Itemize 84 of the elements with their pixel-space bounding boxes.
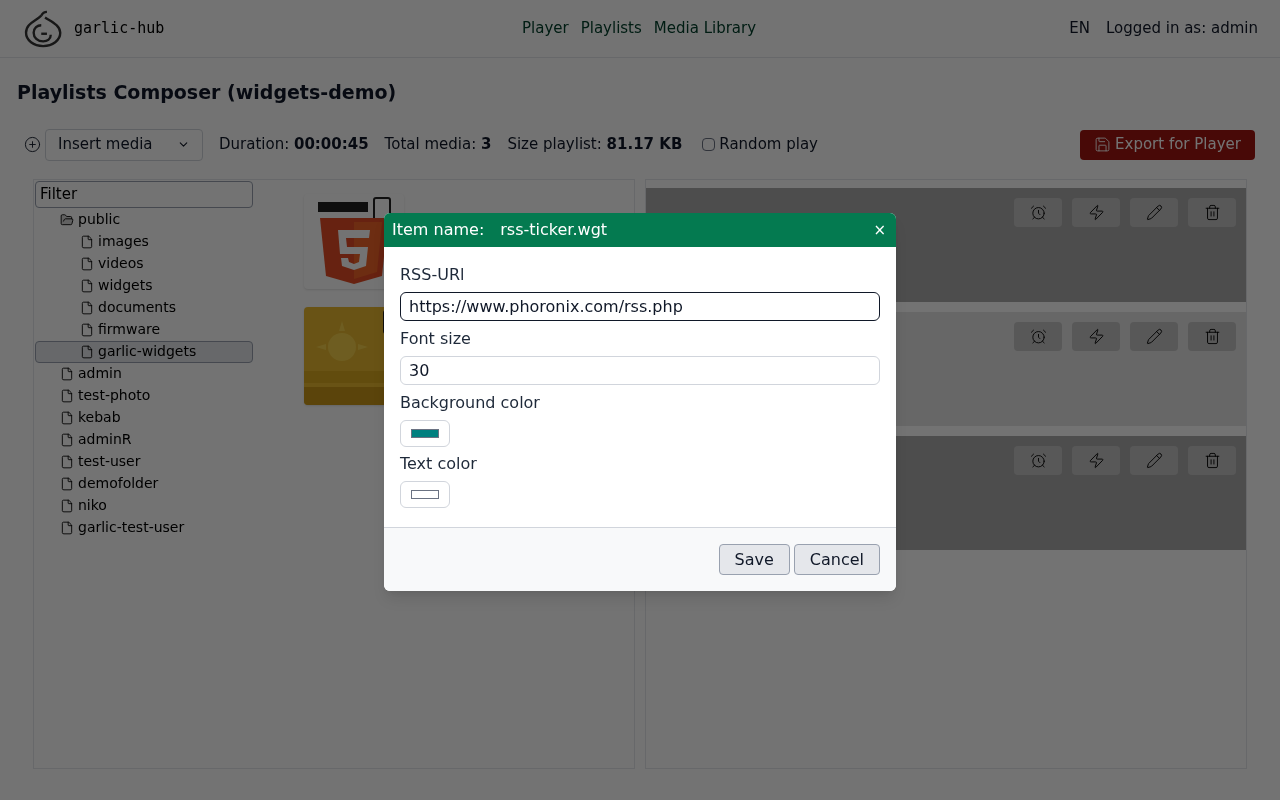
lightning-icon xyxy=(1087,451,1105,469)
input-field[interactable]: https://www.phoronix.com/rss.php xyxy=(400,292,880,321)
tree-item[interactable]: admin xyxy=(35,362,253,385)
file-icon xyxy=(60,476,74,491)
delete-button[interactable] xyxy=(1188,197,1236,227)
schedule-button[interactable] xyxy=(1014,445,1062,475)
add-icon[interactable] xyxy=(24,136,41,153)
pencil-icon xyxy=(1145,451,1163,469)
file-icon xyxy=(60,454,74,469)
tree-item[interactable]: documents xyxy=(35,296,253,319)
nav-link[interactable]: Playlists xyxy=(580,17,642,40)
alarm-clock-icon xyxy=(1029,327,1047,345)
pencil-icon xyxy=(1145,327,1163,345)
nav-link[interactable]: Player xyxy=(522,17,569,40)
alarm-clock-icon xyxy=(1029,203,1047,221)
user-label: Logged in as: admin xyxy=(1105,18,1258,40)
trash-icon xyxy=(1203,451,1221,469)
field-label: Text color xyxy=(400,453,478,475)
lightning-icon xyxy=(1087,327,1105,345)
tree-item[interactable]: images xyxy=(35,230,253,253)
playlist-stat: Size playlist: 81.17 KB xyxy=(507,134,683,156)
alarm-clock-icon xyxy=(1029,451,1047,469)
tree-item[interactable]: test-user xyxy=(35,450,253,473)
file-icon xyxy=(60,432,74,447)
schedule-button[interactable] xyxy=(1014,197,1062,227)
file-icon xyxy=(60,366,74,381)
checkbox-label: Random play xyxy=(719,134,818,156)
color-picker[interactable] xyxy=(400,420,450,447)
field-label: Font size xyxy=(400,328,472,350)
edit-button[interactable] xyxy=(1130,197,1178,227)
tree-item[interactable]: widgets xyxy=(35,274,253,297)
trash-icon xyxy=(1203,203,1221,221)
checkbox[interactable] xyxy=(702,138,716,151)
folder-icon xyxy=(60,212,74,227)
field-label: Background color xyxy=(400,392,541,414)
edit-button[interactable] xyxy=(1130,321,1178,351)
playlist-stat: Total media: 3 xyxy=(384,134,492,156)
file-icon xyxy=(80,234,94,249)
lightning-icon xyxy=(1087,203,1105,221)
file-icon xyxy=(80,300,94,315)
trigger-button[interactable] xyxy=(1072,197,1120,227)
tree-item[interactable]: kebab xyxy=(35,406,253,429)
export-button[interactable]: Export for Player xyxy=(1080,129,1255,160)
dialog-title: rss-ticker.wgt xyxy=(500,219,608,241)
save-icon xyxy=(1094,136,1112,153)
cancel-button[interactable]: Cancel xyxy=(793,544,880,575)
close-button[interactable]: × xyxy=(873,218,886,242)
trigger-button[interactable] xyxy=(1072,445,1120,475)
logo-text: garlic-hub xyxy=(74,18,165,40)
schedule-button[interactable] xyxy=(1014,321,1062,351)
language-selector[interactable]: EN xyxy=(1069,17,1090,40)
field-label: RSS-URl xyxy=(400,264,466,286)
color-picker[interactable] xyxy=(400,481,450,508)
edit-button[interactable] xyxy=(1130,445,1178,475)
tree-item[interactable]: firmware xyxy=(35,318,253,341)
tree-item[interactable]: videos xyxy=(35,252,253,275)
delete-button[interactable] xyxy=(1188,445,1236,475)
tree-item[interactable]: adminR xyxy=(35,428,253,451)
file-icon xyxy=(60,498,74,513)
file-icon xyxy=(80,322,94,337)
dialog-title-label: Item name: xyxy=(392,219,485,241)
insert-media-select[interactable]: Insert media xyxy=(45,128,203,161)
tree-item[interactable]: public xyxy=(35,208,253,231)
playlist-stat: Duration: 00:00:45 xyxy=(219,134,369,156)
save-button[interactable]: Save xyxy=(718,544,790,575)
tree-item[interactable]: demofolder xyxy=(35,472,253,495)
pencil-icon xyxy=(1145,203,1163,221)
input-field[interactable]: 30 xyxy=(400,356,880,385)
tree-item[interactable]: garlic-test-user xyxy=(35,516,253,539)
trash-icon xyxy=(1203,327,1221,345)
nav-link[interactable]: Media Library xyxy=(653,17,757,40)
file-icon xyxy=(60,410,74,425)
file-icon xyxy=(60,520,74,535)
page-title: Playlists Composer (widgets-demo) xyxy=(17,80,398,105)
filter-field[interactable]: Filter xyxy=(35,180,253,208)
trigger-button[interactable] xyxy=(1072,321,1120,351)
tree-item[interactable]: garlic-widgets xyxy=(35,340,253,363)
file-icon xyxy=(80,256,94,271)
tree-item[interactable]: test-photo xyxy=(35,384,253,407)
file-icon xyxy=(60,388,74,403)
tree-item[interactable]: niko xyxy=(35,494,253,517)
delete-button[interactable] xyxy=(1188,321,1236,351)
file-icon xyxy=(80,278,94,293)
file-icon xyxy=(80,344,94,359)
